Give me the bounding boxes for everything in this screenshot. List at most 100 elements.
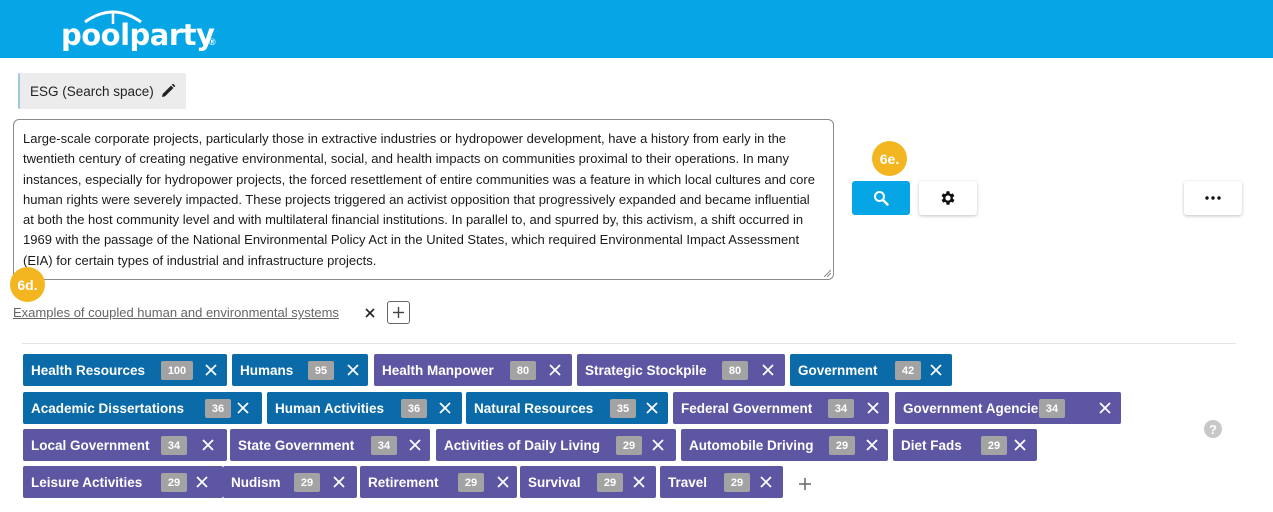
remove-tag-close-icon[interactable] bbox=[204, 363, 218, 377]
remove-tag-close-icon[interactable] bbox=[332, 475, 346, 489]
concept-tag[interactable]: Human Activities 36 bbox=[267, 392, 462, 424]
remove-tag-close-icon[interactable] bbox=[408, 438, 422, 452]
concept-tag[interactable]: Federal Government 34 bbox=[673, 392, 889, 424]
search-icon bbox=[874, 191, 889, 206]
query-textarea[interactable]: Large-scale corporate projects, particul… bbox=[13, 119, 834, 280]
add-tag-plus-icon[interactable] bbox=[797, 476, 813, 492]
search-button[interactable] bbox=[852, 181, 910, 215]
concept-tag-count: 80 bbox=[722, 361, 748, 380]
concept-tag-label: Academic Dissertations bbox=[31, 400, 185, 416]
concept-tag-label: Government Agencies bbox=[903, 400, 1046, 416]
concept-tag[interactable]: Activities of Daily Living 29 bbox=[436, 429, 676, 461]
concept-tag-label: Leisure Activities bbox=[31, 474, 143, 490]
concept-tag-label: Human Activities bbox=[275, 400, 385, 416]
concept-tag-label: Health Manpower bbox=[382, 362, 494, 378]
remove-examples-close-icon[interactable] bbox=[363, 306, 377, 320]
concept-tag-count: 29 bbox=[616, 436, 642, 455]
step-badge-search: 6e. bbox=[872, 141, 907, 176]
concept-tag-count: 29 bbox=[294, 473, 320, 492]
concept-tag[interactable]: Government 42 bbox=[790, 354, 952, 386]
concept-tag-count: 29 bbox=[981, 436, 1007, 455]
concept-tag-count: 29 bbox=[829, 436, 855, 455]
concept-tag[interactable]: Retirement 29 bbox=[360, 466, 517, 498]
remove-tag-close-icon[interactable] bbox=[548, 363, 562, 377]
concept-tag[interactable]: Strategic Stockpile 80 bbox=[577, 354, 785, 386]
concept-tag-count: 95 bbox=[308, 361, 334, 380]
concept-tag-count: 36 bbox=[205, 399, 231, 418]
concept-tag-label: Federal Government bbox=[681, 400, 813, 416]
edit-pencil-icon[interactable] bbox=[160, 83, 176, 99]
concept-tag-label: Health Resources bbox=[31, 362, 146, 378]
concept-tag-label: Automobile Driving bbox=[689, 437, 814, 453]
concept-tag-label: Diet Fads bbox=[901, 437, 962, 453]
help-icon[interactable]: ? bbox=[1204, 420, 1222, 438]
add-example-button[interactable] bbox=[387, 301, 410, 324]
concept-tag-label: Survival bbox=[528, 474, 581, 490]
concept-tag[interactable]: Natural Resources 35 bbox=[466, 392, 668, 424]
remove-tag-close-icon[interactable] bbox=[236, 401, 250, 415]
query-text: Large-scale corporate projects, particul… bbox=[23, 131, 815, 268]
more-options-button[interactable] bbox=[1184, 181, 1242, 215]
concept-tag-count: 34 bbox=[828, 399, 854, 418]
concept-tag[interactable]: Diet Fads 29 bbox=[893, 429, 1037, 461]
concept-tag[interactable]: Academic Dissertations 36 bbox=[23, 392, 262, 424]
remove-tag-close-icon[interactable] bbox=[1013, 438, 1027, 452]
search-space-chip[interactable]: ESG (Search space) bbox=[18, 73, 186, 109]
remove-tag-close-icon[interactable] bbox=[645, 401, 659, 415]
concept-tag-label: Activities of Daily Living bbox=[444, 437, 601, 453]
concept-tag[interactable]: State Government 34 bbox=[230, 429, 430, 461]
remove-tag-close-icon[interactable] bbox=[651, 438, 665, 452]
remove-tag-close-icon[interactable] bbox=[1098, 401, 1112, 415]
concept-tag-label: State Government bbox=[238, 437, 355, 453]
concept-tag-label: Travel bbox=[668, 474, 708, 490]
remove-tag-close-icon[interactable] bbox=[201, 438, 215, 452]
resize-grip-icon[interactable] bbox=[823, 269, 831, 277]
section-divider bbox=[22, 343, 1236, 344]
concept-tag-count: 100 bbox=[161, 361, 193, 380]
remove-tag-close-icon[interactable] bbox=[761, 363, 775, 377]
concept-tag-count: 34 bbox=[161, 436, 187, 455]
concept-tag[interactable]: Automobile Driving 29 bbox=[681, 429, 888, 461]
search-space-label: ESG (Search space) bbox=[30, 83, 154, 99]
concept-tag[interactable]: Government Agencies 34 bbox=[895, 392, 1121, 424]
remove-tag-close-icon[interactable] bbox=[496, 475, 510, 489]
examples-link[interactable]: Examples of coupled human and environmen… bbox=[13, 305, 339, 320]
registered-mark: ® bbox=[209, 37, 216, 47]
concept-tag-count: 36 bbox=[401, 399, 427, 418]
app-header: poolparty ® bbox=[0, 0, 1273, 58]
concept-tag-count: 29 bbox=[597, 473, 623, 492]
concept-tag-label: Nudism bbox=[231, 474, 281, 490]
concept-tag-count: 42 bbox=[895, 361, 921, 380]
remove-tag-close-icon[interactable] bbox=[865, 438, 879, 452]
remove-tag-close-icon[interactable] bbox=[759, 475, 773, 489]
settings-button[interactable] bbox=[919, 181, 977, 215]
concept-tag[interactable]: Local Government 34 bbox=[23, 429, 227, 461]
concept-tag-label: Retirement bbox=[368, 474, 439, 490]
concept-tag-label: Local Government bbox=[31, 437, 150, 453]
concept-tag[interactable]: Health Resources 100 bbox=[23, 354, 227, 386]
concept-tag-count: 35 bbox=[610, 399, 636, 418]
concept-tag[interactable]: Health Manpower 80 bbox=[374, 354, 572, 386]
remove-tag-close-icon[interactable] bbox=[195, 475, 209, 489]
remove-tag-close-icon[interactable] bbox=[866, 401, 880, 415]
logo-wordmark: poolparty bbox=[61, 18, 215, 52]
more-horizontal-icon bbox=[1205, 196, 1221, 200]
step-badge-examples: 6d. bbox=[10, 267, 45, 302]
remove-tag-close-icon[interactable] bbox=[929, 363, 943, 377]
concept-tag[interactable]: Travel 29 bbox=[660, 466, 783, 498]
plus-icon bbox=[393, 307, 404, 318]
concept-tag-label: Government bbox=[798, 362, 878, 378]
concept-tag[interactable]: Humans 95 bbox=[232, 354, 368, 386]
concept-tag-count: 29 bbox=[724, 473, 750, 492]
concept-tag[interactable]: Leisure Activities 29 bbox=[23, 466, 223, 498]
remove-tag-close-icon[interactable] bbox=[438, 401, 452, 415]
concept-tag-count: 29 bbox=[161, 473, 187, 492]
concept-tag-count: 34 bbox=[371, 436, 397, 455]
concept-tag-label: Strategic Stockpile bbox=[585, 362, 707, 378]
concept-tag[interactable]: Survival 29 bbox=[520, 466, 656, 498]
concept-tag[interactable]: Nudism 29 bbox=[223, 466, 357, 498]
remove-tag-close-icon[interactable] bbox=[632, 475, 646, 489]
concept-tag-label: Natural Resources bbox=[474, 400, 594, 416]
remove-tag-close-icon[interactable] bbox=[346, 363, 360, 377]
concept-tag-label: Humans bbox=[240, 362, 294, 378]
